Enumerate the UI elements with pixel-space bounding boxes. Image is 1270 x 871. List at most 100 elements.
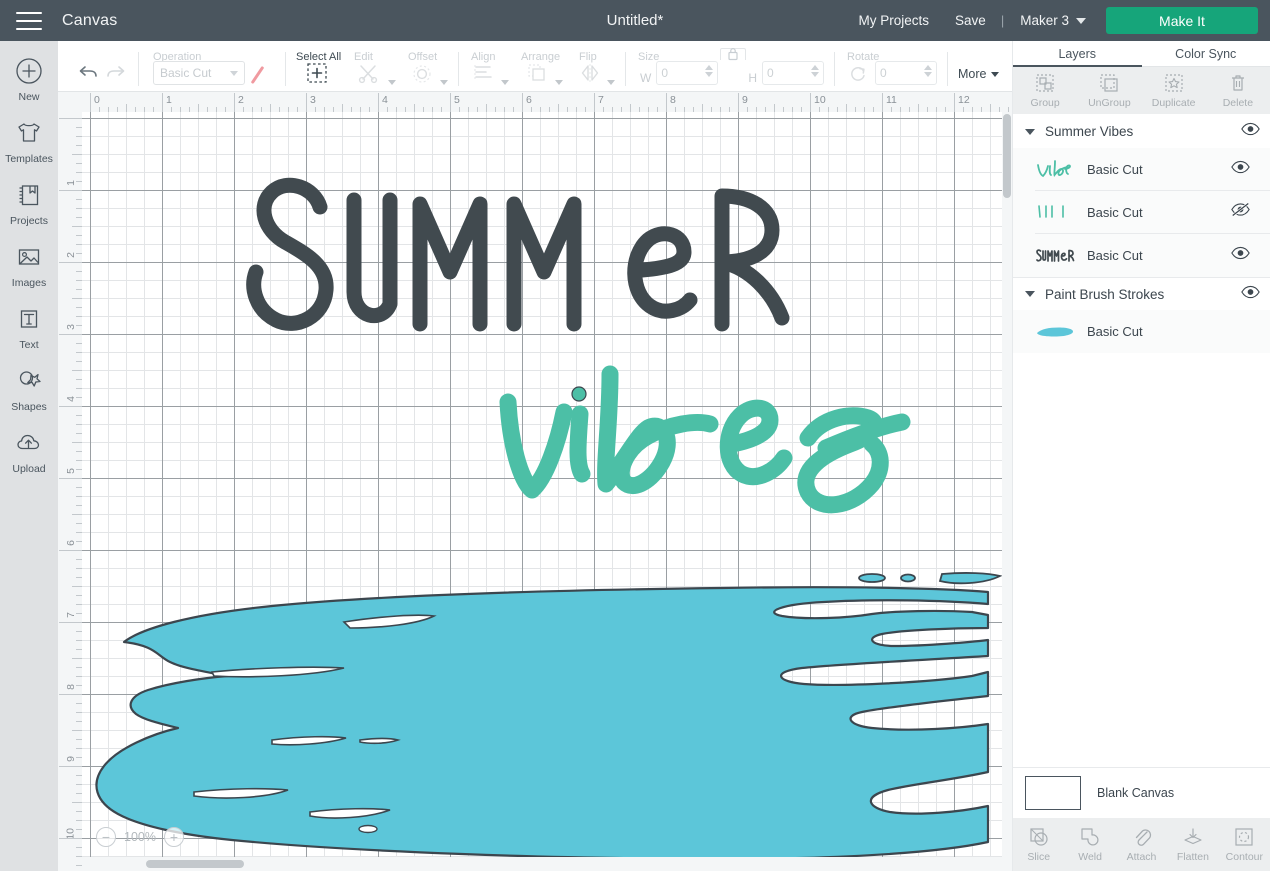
vibes-script-shape[interactable] (499, 365, 911, 514)
width-input[interactable]: 0 (656, 61, 719, 85)
canvas-area[interactable]: 0 1 2 3 4 5 6 7 8 9 10 11 12 1 2 3 4 5 6 7 8 9 10 (58, 92, 1012, 871)
tab-layers[interactable]: Layers (1013, 41, 1142, 67)
table-row[interactable]: Basic Cut (1035, 148, 1270, 191)
my-projects-link[interactable]: My Projects (846, 13, 943, 28)
layer-group-paint-brush-strokes[interactable]: Paint Brush Strokes (1013, 277, 1270, 310)
horizontal-scrollbar[interactable] (82, 857, 1012, 871)
tab-color-sync[interactable]: Color Sync (1142, 41, 1270, 66)
operation-select[interactable]: Basic Cut (153, 61, 245, 85)
horizontal-ruler: 0 1 2 3 4 5 6 7 8 9 10 11 12 (82, 92, 1012, 112)
summer-word-shape[interactable] (246, 177, 790, 332)
vertical-scrollbar-thumb[interactable] (1003, 114, 1011, 198)
vertical-scrollbar[interactable] (1002, 112, 1012, 857)
ruler-tick-minor (76, 676, 82, 677)
rotate-input[interactable]: 0 (875, 61, 937, 85)
make-it-button[interactable]: Make It (1106, 7, 1258, 34)
machine-selector[interactable]: Maker 3 (1006, 13, 1096, 28)
ruler-tick-minor (468, 107, 469, 112)
group-visibility-toggle[interactable] (1241, 285, 1260, 304)
chevron-down-icon[interactable] (388, 80, 396, 85)
sidebar-item-images[interactable]: Images (0, 227, 58, 289)
ruler-tick-minor (76, 703, 82, 704)
contour-button[interactable]: Contour (1219, 826, 1270, 863)
ruler-tick-minor (918, 104, 919, 112)
chevron-down-icon[interactable] (607, 80, 615, 85)
ruler-tick-minor (144, 107, 145, 112)
ruler-tick-minor (59, 262, 82, 263)
ruler-tick-minor (76, 469, 82, 470)
slice-button[interactable]: Slice (1013, 826, 1064, 863)
chevron-down-icon[interactable] (1025, 128, 1035, 135)
vibes-dot-shape[interactable] (571, 386, 587, 402)
rotate-stepper[interactable] (924, 65, 932, 77)
table-row[interactable]: Basic Cut (1035, 310, 1270, 353)
ruler-tick-major (522, 93, 523, 112)
table-row[interactable]: Basic Cut (1035, 234, 1270, 277)
rotate-button[interactable] (845, 63, 871, 91)
horizontal-scrollbar-thumb[interactable] (146, 860, 244, 868)
zoom-controls: − 100% + (96, 827, 184, 847)
sidebar-item-projects[interactable]: Projects (0, 165, 58, 227)
flip-button[interactable] (575, 61, 605, 91)
ruler-tick-minor (76, 649, 82, 650)
group-visibility-toggle[interactable] (1241, 122, 1260, 141)
ruler-tick-minor (693, 107, 694, 112)
select-all-button[interactable] (296, 61, 338, 91)
more-button[interactable]: More (958, 67, 1000, 81)
height-stepper[interactable] (811, 65, 819, 77)
table-row[interactable]: Basic Cut (1035, 191, 1270, 234)
layer-visibility-toggle[interactable] (1231, 246, 1250, 265)
blank-canvas-row[interactable]: Blank Canvas (1013, 767, 1270, 818)
chevron-down-icon[interactable] (501, 80, 509, 85)
chevron-down-icon[interactable] (440, 80, 448, 85)
edit-button[interactable] (350, 61, 386, 91)
sidebar-item-templates[interactable]: Templates (0, 103, 58, 165)
align-button[interactable] (469, 61, 499, 91)
paint-brush-stroke-shape[interactable] (95, 572, 1003, 860)
operation-color-swatch[interactable] (253, 63, 275, 85)
layer-visibility-toggle[interactable] (1231, 160, 1250, 179)
undo-button[interactable] (76, 59, 102, 91)
layer-visibility-toggle[interactable] (1231, 202, 1250, 222)
lock-icon (728, 48, 738, 61)
sidebar-item-upload[interactable]: Upload (0, 413, 58, 475)
ungroup-label: UnGroup (1088, 97, 1131, 109)
weld-button[interactable]: Weld (1064, 826, 1115, 863)
height-label: H (748, 71, 757, 85)
zoom-in-button[interactable]: + (163, 827, 184, 847)
group-layers-paint-brush-strokes: Basic Cut (1013, 310, 1270, 353)
chevron-down-icon[interactable] (1025, 291, 1035, 297)
ruler-tick-minor (855, 107, 856, 112)
sidebar-item-new[interactable]: New (0, 41, 58, 103)
duplicate-button[interactable]: Duplicate (1142, 72, 1206, 109)
save-button[interactable]: Save (942, 13, 999, 28)
delete-button[interactable]: Delete (1206, 72, 1270, 109)
ruler-tick-minor (108, 107, 109, 112)
ruler-tick-minor (76, 163, 82, 164)
arrange-button[interactable] (521, 61, 553, 91)
layer-name: Basic Cut (1087, 324, 1143, 339)
group-button[interactable]: Group (1013, 72, 1077, 109)
ruler-tick-minor (76, 829, 82, 830)
chevron-down-icon[interactable] (555, 80, 563, 85)
width-stepper[interactable] (705, 65, 714, 77)
ruler-tick-minor (216, 107, 217, 112)
ruler-tick-minor (279, 107, 280, 112)
cloud-upload-icon (17, 434, 40, 450)
attach-button[interactable]: Attach (1116, 826, 1167, 863)
aspect-lock-button[interactable] (718, 45, 748, 85)
redo-button[interactable] (102, 59, 128, 91)
ruler-tick-minor (76, 847, 82, 848)
sidebar-item-text[interactable]: Text (0, 289, 58, 351)
blank-canvas-swatch[interactable] (1025, 776, 1081, 810)
slice-icon (1030, 828, 1048, 846)
hamburger-icon[interactable] (16, 11, 42, 30)
ungroup-button[interactable]: UnGroup (1077, 72, 1141, 109)
design-grid[interactable] (82, 112, 1012, 871)
height-input[interactable]: 0 (762, 61, 824, 85)
sidebar-item-shapes[interactable]: Shapes (0, 351, 58, 413)
zoom-out-button[interactable]: − (96, 827, 116, 847)
layer-group-summer-vibes[interactable]: Summer Vibes (1013, 115, 1270, 148)
flatten-button[interactable]: Flatten (1167, 826, 1218, 863)
offset-button[interactable] (406, 61, 438, 91)
